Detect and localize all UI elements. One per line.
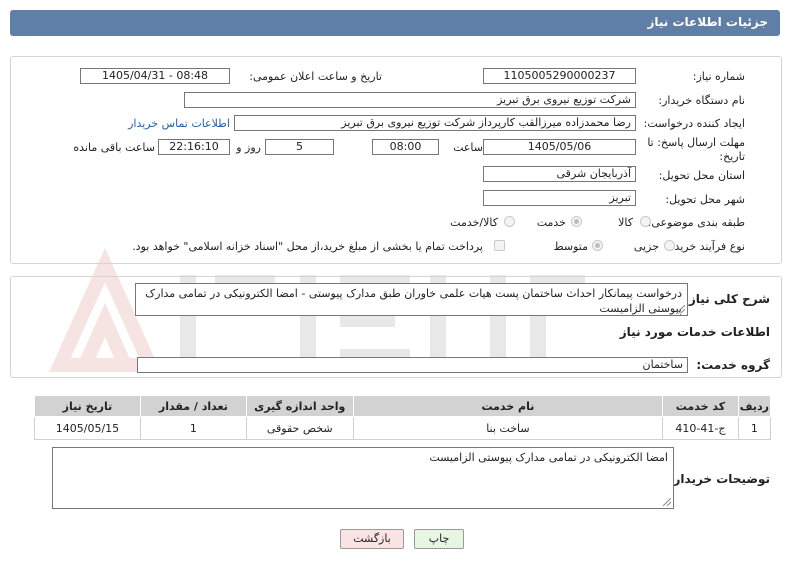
deadline-time-field: 08:00 [372, 139, 439, 155]
col-header-service-name: نام خدمت [352, 395, 664, 417]
need-number-field: 1105005290000237 [483, 68, 636, 84]
city-label: شهر محل تحویل: [665, 193, 745, 206]
resize-grip-icon[interactable] [677, 305, 685, 313]
category-radio-goods-service[interactable] [504, 216, 515, 227]
category-radio-goods[interactable] [640, 216, 651, 227]
announce-datetime-label: تاریخ و ساعت اعلان عمومی: [249, 70, 382, 83]
creator-label: ایجاد کننده درخواست: [643, 117, 745, 130]
buyer-notes-label: توضیحات خریدار: [668, 472, 770, 486]
buyer-org-field: شرکت توزیع نیروی برق تبریز [184, 92, 636, 108]
table-header-row: ردیف کد خدمت نام خدمت واحد اندازه گیری ت… [34, 395, 772, 417]
col-header-row-number: ردیف [737, 395, 772, 417]
description-textarea: درخواست پیمانکار احداث ساختمان پست هیات … [135, 283, 688, 316]
cell-unit: شخص حقوقی [245, 416, 354, 440]
deadline-label-line1: مهلت ارسال پاسخ: تا [647, 136, 745, 149]
treasury-payment-checkbox[interactable] [494, 240, 505, 251]
treasury-payment-note: پرداخت تمام یا بخشی از مبلغ خرید،از محل … [132, 240, 483, 253]
need-info-panel [10, 56, 782, 264]
back-button[interactable]: بازگشت [340, 529, 404, 549]
cell-row-number: 1 [737, 416, 772, 440]
deadline-date-field: 1405/05/06 [483, 139, 636, 155]
need-number-label: شماره نیاز: [692, 70, 745, 83]
category-option-service: خدمت [536, 216, 566, 229]
print-button[interactable]: چاپ [414, 529, 464, 549]
page-header: جزئیات اطلاعات نیاز [10, 10, 780, 36]
cell-quantity: 1 [139, 416, 247, 440]
buyer-notes-textarea: امضا الکترونیکی در تمامی مدارک پیوستی ال… [52, 447, 674, 509]
category-option-goods: کالا [618, 216, 633, 229]
remaining-time-field: 22:16:10 [158, 139, 230, 155]
purchase-radio-minor[interactable] [664, 240, 675, 251]
page-title: جزئیات اطلاعات نیاز [647, 15, 768, 29]
col-header-unit: واحد اندازه گیری [245, 395, 354, 417]
category-option-goods-service: کالا/خدمت [450, 216, 498, 229]
resize-grip-icon[interactable] [663, 498, 671, 506]
col-header-quantity: تعداد / مقدار [139, 395, 247, 417]
description-label: شرح کلی نیاز: [684, 292, 770, 306]
cell-service-name: ساخت بنا [352, 416, 664, 440]
service-group-label: گروه خدمت: [696, 358, 770, 372]
col-header-need-date: تاریخ نیاز [34, 395, 141, 417]
cell-service-code: ج-41-410 [662, 416, 739, 440]
purchase-radio-medium[interactable] [592, 240, 603, 251]
city-field: تبریز [483, 190, 636, 206]
buyer-org-label: نام دستگاه خریدار: [658, 94, 745, 107]
remaining-time-label: ساعت باقی مانده [73, 141, 155, 154]
announce-datetime-field: 1405/04/31 - 08:48 [80, 68, 230, 84]
buyer-contact-link[interactable]: اطلاعات تماس خریدار [128, 117, 230, 130]
description-text: درخواست پیمانکار احداث ساختمان پست هیات … [145, 287, 682, 315]
col-header-service-code: کد خدمت [662, 395, 739, 417]
service-group-field: ساختمان [137, 357, 688, 373]
purchase-option-medium: متوسط [553, 240, 588, 253]
services-table: ردیف کد خدمت نام خدمت واحد اندازه گیری ت… [34, 395, 772, 440]
deadline-days-field: 5 [265, 139, 334, 155]
purchase-type-label: نوع فرآیند خرید : [667, 240, 745, 253]
deadline-time-label: ساعت [453, 141, 483, 154]
deadline-label-line2: تاریخ: [719, 150, 745, 163]
category-radio-service[interactable] [571, 216, 582, 227]
buyer-notes-text: امضا الکترونیکی در تمامی مدارک پیوستی ال… [429, 451, 668, 464]
category-label: طبقه بندی موضوعی: [647, 216, 745, 229]
purchase-option-minor: جزیی [633, 240, 659, 253]
province-label: استان محل تحویل: [658, 169, 745, 182]
services-section-title: اطلاعات خدمات مورد نیاز [619, 325, 770, 339]
cell-need-date: 1405/05/15 [34, 416, 141, 440]
table-row: 1 ج-41-410 ساخت بنا شخص حقوقی 1 1405/05/… [34, 416, 772, 440]
deadline-days-label: روز و [236, 141, 261, 154]
creator-field: رضا محمدزاده میرزالقب کارپرداز شرکت توزی… [234, 115, 636, 131]
province-field: آذربایجان شرقی [483, 166, 636, 182]
